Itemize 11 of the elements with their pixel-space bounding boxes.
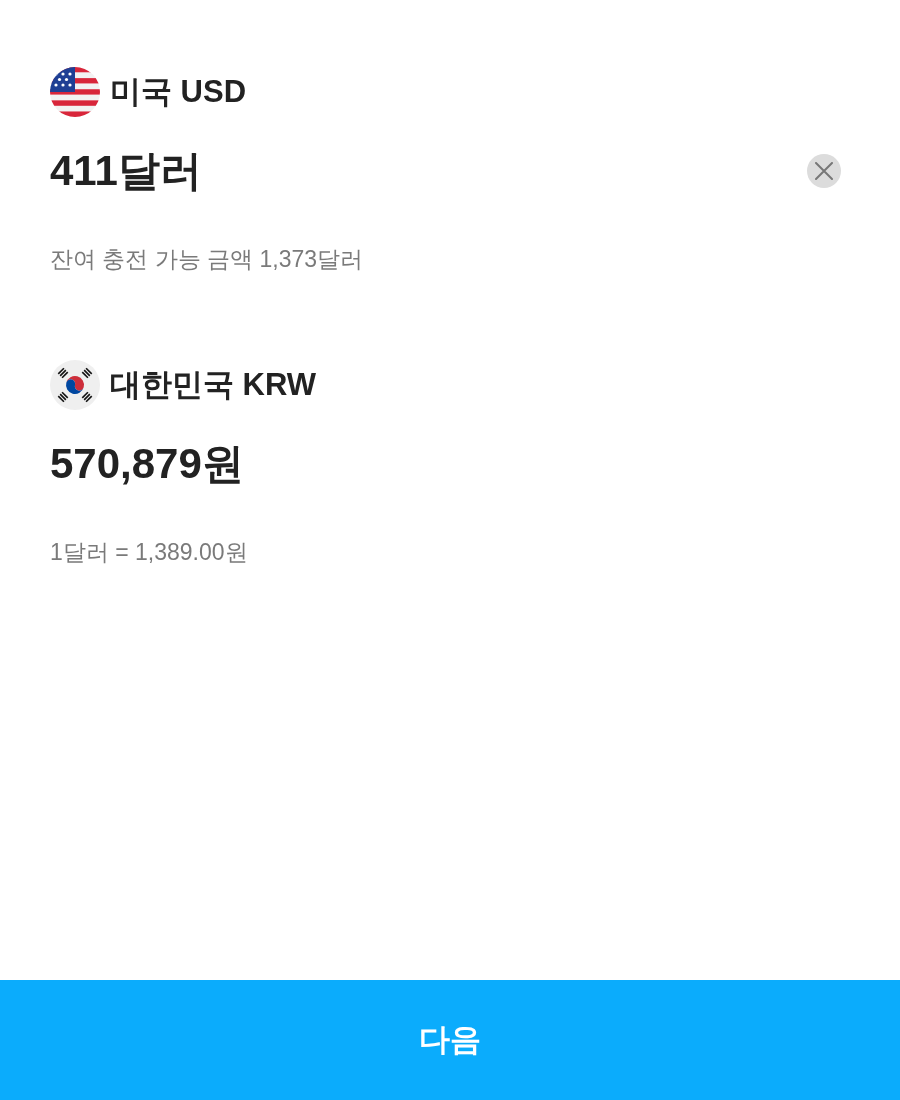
hint-text: 잔여 충전 가능 금액 1,373달러 [50, 245, 364, 274]
hint-text: 1달러 = 1,389.00원 [50, 538, 248, 567]
currency-title: 대한민국 KRW [110, 366, 317, 404]
amount-text: 570,879원 [50, 439, 244, 489]
korean-flag-icon [50, 360, 100, 410]
clear-button[interactable] [807, 154, 841, 188]
next-button[interactable]: 다음 [0, 980, 900, 1100]
currency-title: 미국 USD [110, 73, 247, 111]
us-flag-icon [50, 67, 100, 117]
close-icon [815, 162, 833, 180]
amount-text: 411달러 [50, 146, 202, 196]
